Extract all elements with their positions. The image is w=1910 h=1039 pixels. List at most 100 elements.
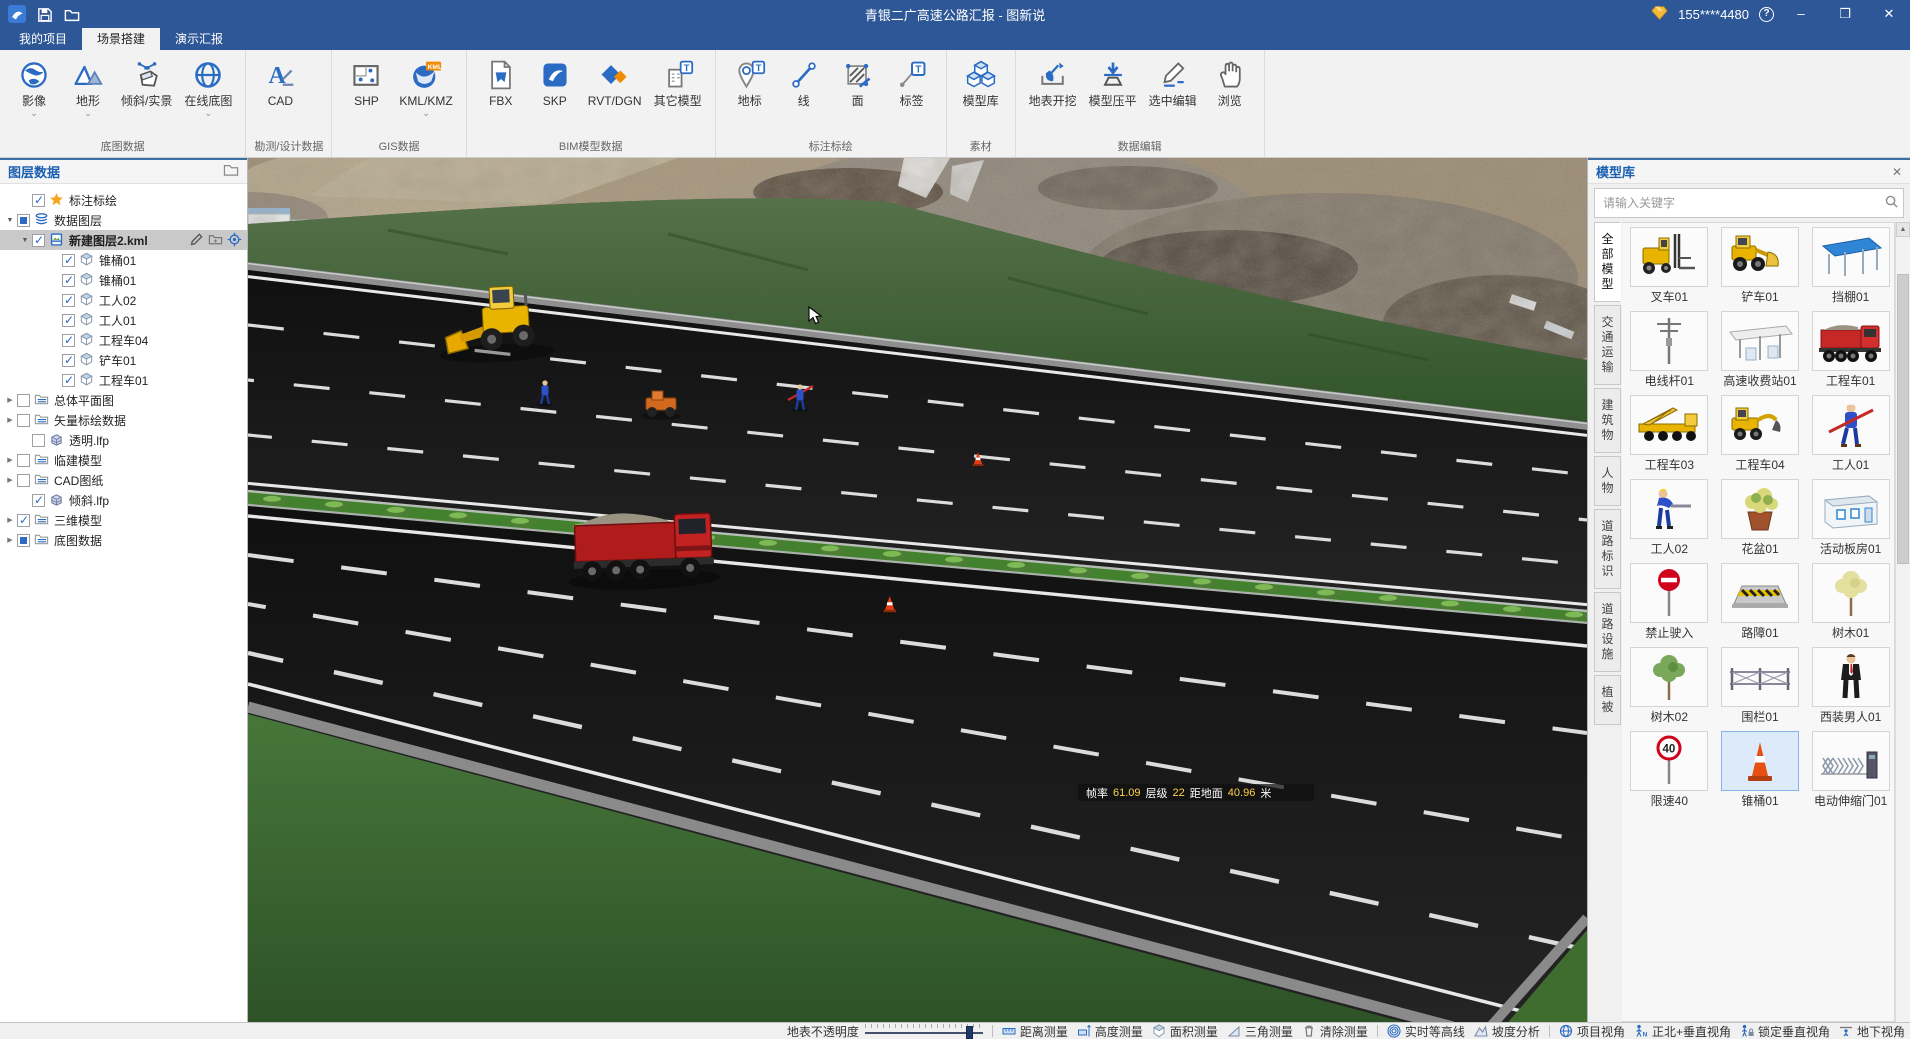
expander-open-icon[interactable]: ▼	[4, 217, 16, 224]
layer-tree-row[interactable]: ▶总体平面图	[0, 390, 247, 410]
layer-checkbox-checked[interactable]	[62, 274, 75, 287]
statusbar-button-lock-vertical[interactable]: 锁定垂直视角	[1740, 1023, 1830, 1039]
model-item-worker1[interactable]: 工人01	[1809, 395, 1892, 473]
model-item-plantpot[interactable]: 花盆01	[1719, 479, 1802, 557]
layer-tree-row[interactable]: 透明.lfp	[0, 430, 247, 450]
account-label[interactable]: 155****4480	[1678, 7, 1749, 22]
model-item-speed40[interactable]: 40限速40	[1628, 731, 1711, 809]
ribbon-button-shp[interactable]: SHP	[340, 53, 392, 119]
layer-checkbox-unchecked[interactable]	[32, 434, 45, 447]
expander-closed-icon[interactable]: ▶	[4, 456, 16, 464]
expander-closed-icon[interactable]: ▶	[4, 476, 16, 484]
statusbar-button-measure-distance[interactable]: 距离测量	[1002, 1023, 1068, 1039]
expander-closed-icon[interactable]: ▶	[4, 516, 16, 524]
ribbon-button-polygon[interactable]: 面	[832, 53, 884, 119]
scrollbar-up-arrow[interactable]: ▲	[1896, 222, 1910, 237]
statusbar-button-north-vertical[interactable]: N正北+垂直视角	[1634, 1023, 1731, 1039]
layer-checkbox-unchecked[interactable]	[17, 394, 30, 407]
statusbar-button-measure-area[interactable]: 面积测量	[1152, 1023, 1218, 1039]
ribbon-button-browse-hand[interactable]: 浏览	[1204, 53, 1256, 119]
ribbon-button-oblique-drone[interactable]: 倾斜/实景	[116, 53, 177, 119]
model-item-pole[interactable]: 电线杆01	[1628, 311, 1711, 389]
model-category-tab-6[interactable]: 道路设施	[1594, 592, 1621, 672]
model-item-worker2[interactable]: 工人02	[1628, 479, 1711, 557]
slider-handle[interactable]	[966, 1026, 973, 1039]
model-item-excavator[interactable]: 工程车04	[1719, 395, 1802, 473]
close-button[interactable]: ✕	[1872, 1, 1906, 27]
layer-checkbox-checked[interactable]	[62, 254, 75, 267]
ribbon-button-placemark[interactable]: T地标	[724, 53, 776, 119]
model-item-tree2[interactable]: 树木02	[1628, 647, 1711, 725]
model-item-gate[interactable]: 电动伸缩门01	[1809, 731, 1892, 809]
layer-tree-row[interactable]: 倾斜.lfp	[0, 490, 247, 510]
model-item-cabin[interactable]: 活动板房01	[1809, 479, 1892, 557]
layer-checkbox-checked[interactable]	[32, 194, 45, 207]
ribbon-button-rvt[interactable]: RVT/DGN	[583, 53, 647, 119]
model-item-barrier[interactable]: 路障01	[1719, 563, 1802, 641]
ribbon-button-online-basemap[interactable]: 在线底图⌄	[179, 53, 237, 119]
layer-folder-icon[interactable]	[208, 232, 224, 248]
surface-opacity-slider[interactable]	[865, 1024, 983, 1038]
model-item-canopy[interactable]: 挡棚01	[1809, 227, 1892, 305]
save-icon[interactable]	[36, 6, 53, 23]
layer-checkbox-checked[interactable]	[62, 354, 75, 367]
statusbar-button-measure-triangle[interactable]: 三角测量	[1227, 1023, 1293, 1039]
dump-truck-model[interactable]	[566, 510, 721, 592]
layer-checkbox-checked[interactable]	[32, 494, 45, 507]
chevron-down-icon[interactable]: ⌄	[422, 109, 430, 119]
menu-tab-1[interactable]: 我的项目	[4, 28, 82, 50]
model-item-redtruck[interactable]: 工程车01	[1809, 311, 1892, 389]
minimize-button[interactable]: –	[1784, 1, 1818, 27]
expander-closed-icon[interactable]: ▶	[4, 396, 16, 404]
chevron-down-icon[interactable]: ⌄	[84, 109, 92, 119]
ribbon-button-excavate[interactable]: 地表开挖	[1024, 53, 1082, 119]
layer-checkbox-checked[interactable]	[62, 334, 75, 347]
model-panel-close-icon[interactable]: ✕	[1892, 165, 1902, 179]
menu-tab-3[interactable]: 演示汇报	[160, 28, 238, 50]
model-category-tab-4[interactable]: 人物	[1594, 456, 1621, 506]
layer-tree-row[interactable]: 工程车01	[0, 370, 247, 390]
statusbar-button-contour[interactable]: 实时等高线	[1387, 1023, 1465, 1039]
layer-tree-row[interactable]: ▶矢量标绘数据	[0, 410, 247, 430]
expander-closed-icon[interactable]: ▶	[4, 536, 16, 544]
ribbon-button-globe-imagery[interactable]: 影像⌄	[8, 53, 60, 119]
statusbar-button-clear-measure[interactable]: 清除测量	[1302, 1023, 1368, 1039]
ribbon-button-terrain[interactable]: 地形⌄	[62, 53, 114, 119]
model-category-tab-2[interactable]: 交通运输	[1594, 305, 1621, 385]
layer-checkbox-unchecked[interactable]	[17, 414, 30, 427]
layer-tree-row[interactable]: 铲车01	[0, 350, 247, 370]
model-item-tree1[interactable]: 树木01	[1809, 563, 1892, 641]
statusbar-button-underground[interactable]: 地下视角	[1839, 1023, 1905, 1039]
model-item-fence[interactable]: 围栏01	[1719, 647, 1802, 725]
open-folder-icon[interactable]	[63, 6, 81, 23]
expander-open-icon[interactable]: ▼	[19, 237, 31, 244]
ribbon-button-kml[interactable]: KMLKML/KMZ⌄	[394, 53, 457, 119]
layer-tree-row[interactable]: ▶三维模型	[0, 510, 247, 530]
help-icon[interactable]: ?	[1759, 7, 1774, 22]
layer-checkbox-unchecked[interactable]	[17, 474, 30, 487]
layer-panel-folder-icon[interactable]	[223, 163, 239, 180]
layer-tree-row[interactable]: 标注标绘	[0, 190, 247, 210]
layer-tree-row[interactable]: ▼数据图层	[0, 210, 247, 230]
scrollbar-thumb[interactable]	[1897, 274, 1909, 564]
layer-checkbox-checked[interactable]	[62, 294, 75, 307]
model-category-tab-7[interactable]: 植被	[1594, 675, 1621, 725]
model-item-cone[interactable]: 锥桶01	[1719, 731, 1802, 809]
ribbon-button-line[interactable]: 线	[778, 53, 830, 119]
edit-layer-icon[interactable]	[189, 232, 205, 248]
ribbon-button-cad[interactable]: ACAD	[254, 53, 306, 119]
vip-gem-icon[interactable]	[1651, 5, 1668, 24]
ribbon-button-flatten[interactable]: 模型压平	[1084, 53, 1142, 119]
layer-tree-row[interactable]: 工人02	[0, 290, 247, 310]
chevron-down-icon[interactable]: ⌄	[30, 109, 38, 119]
ribbon-button-skp[interactable]: SKP	[529, 53, 581, 119]
layer-tree-row[interactable]: 锥桶01	[0, 270, 247, 290]
ribbon-button-edit-select[interactable]: 选中编辑	[1144, 53, 1202, 119]
layer-tree-row[interactable]: ▶底图数据	[0, 530, 247, 550]
layer-tree-row[interactable]: ▶临建模型	[0, 450, 247, 470]
layer-tree-row[interactable]: 工人01	[0, 310, 247, 330]
layer-checkbox-checked[interactable]	[62, 374, 75, 387]
layer-checkbox-partial[interactable]	[17, 534, 30, 547]
model-item-suitman[interactable]: 西装男人01	[1809, 647, 1892, 725]
model-search-input[interactable]	[1595, 196, 1879, 210]
